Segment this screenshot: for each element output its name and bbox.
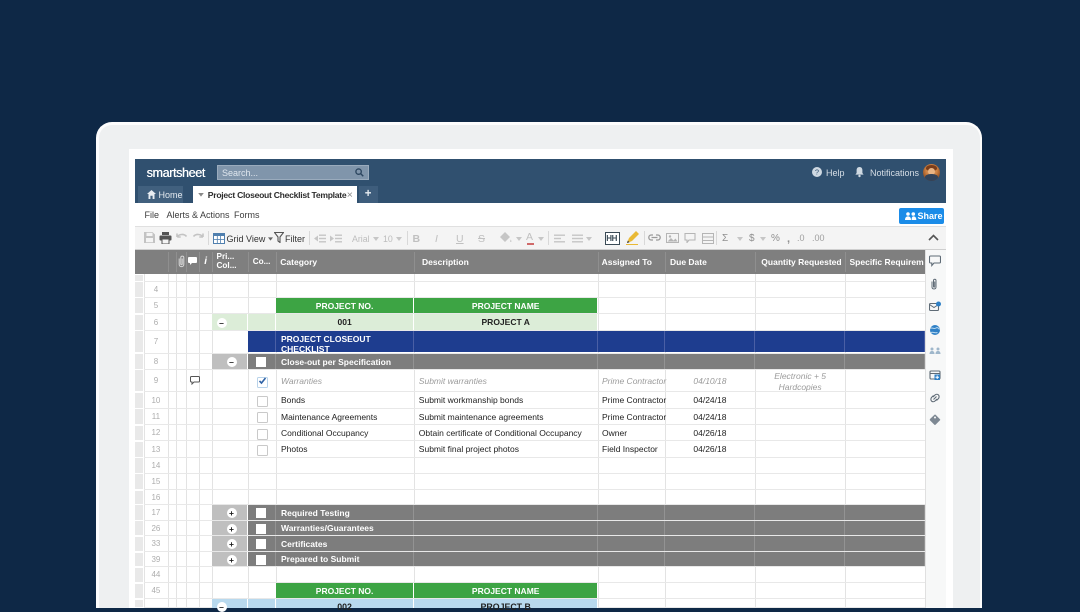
svg-text:?: ? — [815, 168, 819, 177]
